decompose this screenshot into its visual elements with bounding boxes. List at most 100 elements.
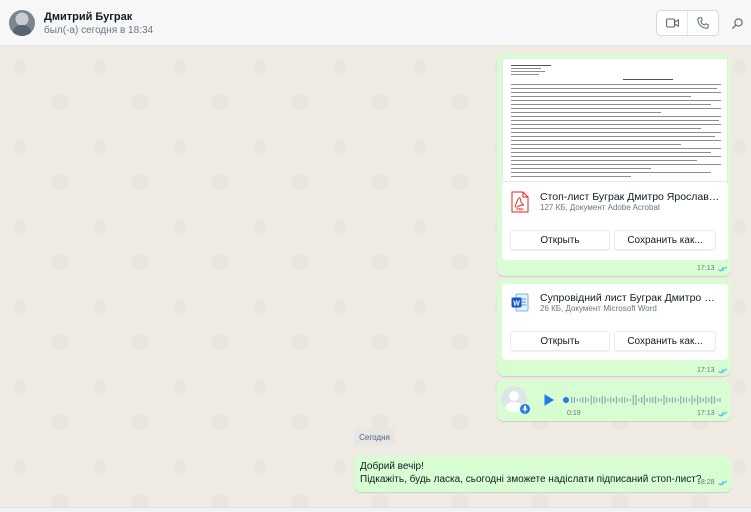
date-divider: Сегодня xyxy=(354,429,395,445)
text-message-meta: 18:28 xyxy=(697,479,728,486)
waveform-bar xyxy=(657,398,659,402)
waveform-bar xyxy=(660,398,662,402)
voice-message-time: 17:13 xyxy=(697,410,715,417)
waveform-bar xyxy=(711,396,713,404)
word-file-info: 26 КБ, Документ Microsoft Word xyxy=(540,304,657,313)
waveform-bar xyxy=(618,398,620,402)
waveform-bar xyxy=(629,399,631,401)
play-icon[interactable] xyxy=(543,393,555,407)
chat-header: Дмитрий Буграк был(-а) сегодня в 18:34 xyxy=(0,0,751,46)
pdf-open-button[interactable]: Открыть xyxy=(510,230,610,250)
waveform-bar xyxy=(680,396,682,404)
waveform-bar xyxy=(683,397,685,403)
waveform-bar xyxy=(697,395,699,405)
pdf-save-as-button[interactable]: Сохранить как... xyxy=(614,230,716,250)
microphone-icon xyxy=(522,405,528,413)
waveform-bar xyxy=(663,395,665,405)
pdf-file-info: 127 КБ, Документ Adobe Acrobat xyxy=(540,203,661,212)
waveform-bar xyxy=(601,396,603,404)
composer-area[interactable] xyxy=(0,507,751,512)
waveform-bar xyxy=(708,397,710,403)
waveform-bar xyxy=(576,398,578,402)
waveform-bar xyxy=(641,397,643,403)
waveform-bar xyxy=(666,397,668,403)
waveform-bar xyxy=(699,397,701,403)
waveform-bar xyxy=(638,398,640,402)
waveform-bar xyxy=(573,397,575,403)
pdf-message-meta: 17:13 xyxy=(697,265,728,272)
search-button[interactable] xyxy=(728,14,746,32)
text-message-time: 18:28 xyxy=(697,479,715,486)
pdf-page-preview[interactable] xyxy=(502,58,728,182)
voice-call-icon xyxy=(697,17,709,29)
waveform-progress-dot[interactable] xyxy=(563,397,569,403)
waveform-bar xyxy=(621,397,623,403)
read-ticks-icon xyxy=(717,410,727,417)
waveform-bar xyxy=(691,395,693,405)
word-save-as-button[interactable]: Сохранить как... xyxy=(614,331,716,351)
voice-call-button[interactable] xyxy=(687,11,718,35)
pdf-file-name[interactable]: Стоп-лист Буграк Дмитро Ярославови... xyxy=(540,191,722,203)
waveform-bar xyxy=(585,397,587,403)
waveform-bar xyxy=(649,397,651,403)
waveform-bar xyxy=(604,396,606,404)
waveform-bar xyxy=(694,398,696,402)
waveform-bar xyxy=(607,398,609,402)
waveform-bar xyxy=(610,397,612,403)
read-ticks-icon xyxy=(717,265,727,272)
contact-last-seen: был(-а) сегодня в 18:34 xyxy=(44,25,154,36)
waveform-bar xyxy=(643,395,645,405)
pdf-message-time: 17:13 xyxy=(697,265,715,272)
waveform-bar xyxy=(646,398,648,402)
contact-name[interactable]: Дмитрий Буграк xyxy=(44,11,132,23)
waveform-bar xyxy=(635,395,637,405)
word-open-button[interactable]: Открыть xyxy=(510,331,610,351)
word-message-meta: 17:13 xyxy=(697,367,728,374)
waveform-bar xyxy=(674,397,676,403)
waveform-bar xyxy=(615,396,617,404)
voice-waveform[interactable] xyxy=(563,393,725,407)
word-file-name[interactable]: Супровідний лист Буграк Дмитро Яро... xyxy=(540,292,722,304)
waveform-bar xyxy=(655,396,657,404)
mic-badge xyxy=(519,403,531,415)
waveform-bar xyxy=(688,398,690,402)
message-text-line1: Добрий вечір! xyxy=(360,461,424,472)
read-ticks-icon xyxy=(717,479,727,486)
word-message-time: 17:13 xyxy=(697,367,715,374)
waveform-bar xyxy=(716,398,718,402)
waveform-bar xyxy=(599,398,601,402)
waveform-bar xyxy=(613,398,615,402)
contact-avatar[interactable] xyxy=(9,10,35,36)
search-icon xyxy=(731,17,743,29)
waveform-bar xyxy=(571,397,573,403)
svg-text:PDF: PDF xyxy=(516,208,524,212)
waveform-bar xyxy=(593,396,595,404)
waveform-bar xyxy=(579,398,581,402)
message-text-line2: Підкажіть, будь ласка, сьогодні зможете … xyxy=(360,474,702,485)
video-call-button[interactable] xyxy=(657,11,687,35)
waveform-bar xyxy=(702,398,704,402)
svg-text:W: W xyxy=(513,300,520,307)
waveform-bar xyxy=(705,396,707,404)
voice-message-meta: 17:13 xyxy=(697,410,728,417)
waveform-bar xyxy=(582,397,584,403)
waveform-bar xyxy=(624,397,626,403)
read-ticks-icon xyxy=(717,367,727,374)
waveform-bar xyxy=(671,397,673,403)
waveform-bar xyxy=(685,397,687,403)
waveform-bar xyxy=(677,398,679,402)
waveform-bar xyxy=(632,395,634,405)
video-call-icon xyxy=(665,18,679,28)
waveform-bar xyxy=(669,398,671,402)
call-buttons-group xyxy=(656,10,719,36)
waveform-bar xyxy=(719,398,721,402)
waveform-bar xyxy=(713,396,715,404)
waveform-bar xyxy=(652,397,654,403)
word-file-icon: W xyxy=(511,293,529,312)
pdf-file-icon: PDF xyxy=(511,191,529,213)
waveform-bar xyxy=(587,398,589,402)
voice-duration: 0:19 xyxy=(567,410,581,417)
waveform-bar xyxy=(627,398,629,402)
waveform-bar xyxy=(596,397,598,403)
waveform-bar xyxy=(590,395,592,405)
